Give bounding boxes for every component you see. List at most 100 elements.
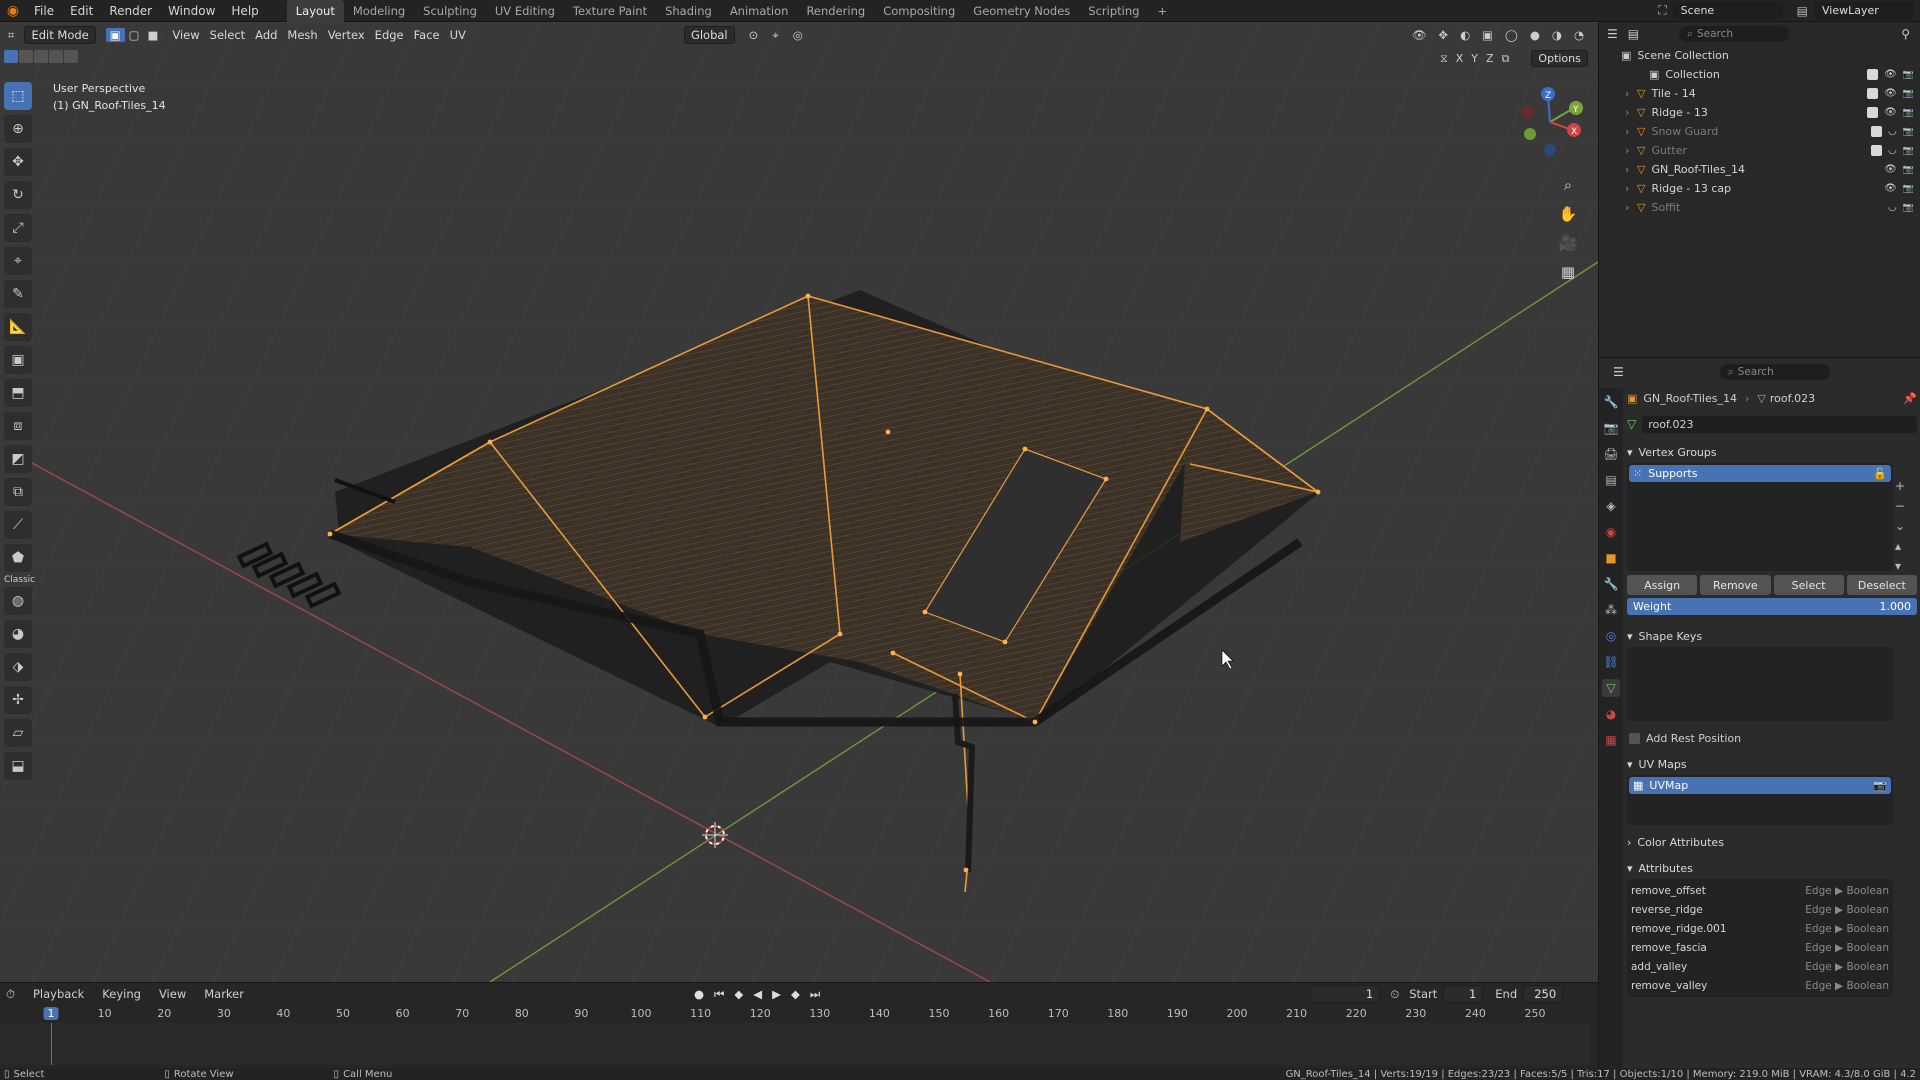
active-render-icon[interactable]: 📷	[1873, 779, 1887, 792]
proportional-edit-icon[interactable]: ◎	[793, 28, 803, 42]
overlay-toggle-icon[interactable]: ◐	[1460, 28, 1470, 42]
symmetry-x-toggle[interactable]: X	[1456, 52, 1464, 65]
rip-icon[interactable]: ⬓	[4, 752, 32, 780]
outliner-item[interactable]: ▣ Collection 👁 📷	[1599, 65, 1920, 84]
texture-tab-icon[interactable]: ▦	[1602, 731, 1620, 749]
menu-timeline-view[interactable]: View	[159, 987, 186, 1001]
scene-selector[interactable]: Scene	[1672, 2, 1783, 19]
move-up-icon[interactable]: ▴	[1895, 536, 1905, 556]
attribute-row[interactable]: remove_valley Edge ▶ Boolean	[1631, 976, 1889, 995]
select-subtract-icon[interactable]	[34, 50, 48, 63]
select-mode-face-icon[interactable]: ■	[143, 28, 163, 42]
world-tab-icon[interactable]: ◉	[1602, 523, 1620, 541]
outliner-item[interactable]: › ▽ Tile - 14 👁 📷	[1599, 84, 1920, 103]
options-dropdown[interactable]: Options	[1531, 50, 1588, 67]
outliner-item[interactable]: › ▽ Soffit ◡ 📷	[1599, 198, 1920, 217]
visibility-eye-icon[interactable]: 👁	[1884, 183, 1897, 194]
play-reverse-icon[interactable]: ◀	[753, 987, 762, 1002]
snap-icon[interactable]: ⌖	[772, 28, 778, 43]
render-camera-icon[interactable]: 📷	[1903, 203, 1914, 213]
view-layer-tab-icon[interactable]: ▤	[1602, 471, 1620, 489]
auto-keying-icon[interactable]: ●	[694, 987, 704, 1002]
display-mode-icon[interactable]: ▤	[1628, 27, 1639, 41]
shrink-icon[interactable]: ✢	[4, 686, 32, 714]
properties-editor-icon[interactable]: ☰	[1613, 365, 1624, 379]
output-tab-icon[interactable]: 🖨	[1602, 445, 1620, 463]
exclude-checkbox[interactable]	[1867, 69, 1879, 80]
menu-playback[interactable]: Playback	[33, 987, 84, 1001]
outliner-item[interactable]: › ▽ Snow Guard ◡ 📷	[1599, 122, 1920, 141]
transform-icon[interactable]: ⌖	[4, 247, 32, 275]
scale-icon[interactable]: ⤢	[4, 214, 32, 242]
exclude-checkbox[interactable]	[1867, 88, 1879, 99]
transform-orientation-selector[interactable]: Global	[683, 26, 735, 44]
particles-tab-icon[interactable]: ⁂	[1602, 601, 1620, 619]
render-camera-icon[interactable]: 📷	[1903, 146, 1914, 156]
attribute-list[interactable]: remove_offset Edge ▶ Boolean reverse_ridge…	[1627, 879, 1893, 997]
annotate-icon[interactable]: ✎	[4, 280, 32, 308]
start-frame-field[interactable]: 1	[1443, 985, 1484, 1003]
edge-slide-icon[interactable]: ⬗	[4, 653, 32, 681]
menu-window[interactable]: Window	[160, 0, 223, 22]
select-box-icon[interactable]: ⬚	[4, 82, 32, 110]
render-camera-icon[interactable]: 📷	[1903, 89, 1914, 99]
jump-keyframe-back-icon[interactable]: ◆	[734, 987, 743, 1002]
assign-button[interactable]: Assign	[1627, 575, 1698, 595]
shear-icon[interactable]: ▱	[4, 719, 32, 747]
visibility-eye-icon[interactable]: ◡	[1888, 145, 1897, 156]
shading-rendered-icon[interactable]: ◔	[1574, 28, 1584, 42]
render-tab-icon[interactable]: 📷	[1602, 419, 1620, 437]
attribute-row[interactable]: remove_fascia Edge ▶ Boolean	[1631, 938, 1889, 957]
render-camera-icon[interactable]: 📷	[1903, 165, 1914, 175]
vertex-groups-header[interactable]: ▾ Vertex Groups	[1627, 441, 1917, 463]
render-camera-icon[interactable]: 📷	[1903, 108, 1914, 118]
inset-icon[interactable]: ⧈	[4, 412, 32, 440]
move-icon[interactable]: ✥	[4, 148, 32, 176]
add-rest-position-checkbox[interactable]	[1629, 732, 1640, 744]
mesh-name-field[interactable]: roof.023	[1642, 415, 1917, 433]
3d-viewport[interactable]: ⌗ Edit Mode ▣ ▢ ■ View Select Add Mesh V…	[0, 22, 1598, 982]
current-frame-marker[interactable]: 1	[43, 1007, 59, 1020]
tab-animation[interactable]: Animation	[721, 0, 798, 22]
properties-search-input[interactable]: ⌕ Search	[1719, 364, 1830, 380]
shading-wireframe-icon[interactable]: ◯	[1505, 28, 1518, 42]
lock-icon[interactable]: 🔓	[1873, 467, 1887, 480]
add-workspace-button[interactable]: +	[1148, 0, 1176, 22]
frame-ruler[interactable]: 1 10 20 30 40 50 60 70 80 90 100 110 120 130 140 150 160…	[0, 1007, 1590, 1023]
end-frame-field[interactable]: 250	[1523, 985, 1564, 1003]
filter-icon[interactable]: ⚲	[1901, 27, 1910, 41]
keyframe-track[interactable]	[0, 1023, 1590, 1065]
expand-arrow-icon[interactable]: ›	[1625, 201, 1637, 214]
menu-file[interactable]: File	[26, 0, 62, 22]
spin-icon[interactable]: ◍	[4, 587, 32, 615]
menu-uv[interactable]: UV	[450, 28, 466, 42]
menu-mesh[interactable]: Mesh	[287, 28, 317, 42]
attribute-row[interactable]: add_valley Edge ▶ Boolean	[1631, 957, 1889, 976]
cursor-icon[interactable]: ⊕	[4, 115, 32, 143]
shape-keys-header[interactable]: ▾ Shape Keys	[1627, 625, 1917, 647]
menu-help[interactable]: Help	[223, 0, 266, 22]
symmetry-z-toggle[interactable]: Z	[1486, 52, 1494, 65]
menu-select[interactable]: Select	[210, 28, 245, 42]
menu-add[interactable]: Add	[255, 28, 277, 42]
menu-edit[interactable]: Edit	[62, 0, 101, 22]
vertex-group-item[interactable]: ⁙ Supports 🔓	[1629, 465, 1891, 482]
select-intersect-icon[interactable]	[64, 50, 78, 63]
tab-texture-paint[interactable]: Texture Paint	[564, 0, 656, 22]
tab-layout[interactable]: Layout	[286, 0, 344, 22]
vertex-group-menu-icon[interactable]: ⌄	[1895, 516, 1905, 536]
menu-render[interactable]: Render	[101, 0, 160, 22]
visibility-eye-icon[interactable]: 👁	[1884, 88, 1897, 99]
uv-maps-header[interactable]: ▾ UV Maps	[1627, 753, 1917, 775]
jump-keyframe-forward-icon[interactable]: ◆	[791, 987, 800, 1002]
outliner-item[interactable]: › ▽ Gutter ◡ 📷	[1599, 141, 1920, 160]
menu-marker[interactable]: Marker	[204, 987, 244, 1001]
expand-arrow-icon[interactable]: ›	[1625, 87, 1637, 100]
play-icon[interactable]: ▶	[772, 987, 781, 1002]
tab-uv-editing[interactable]: UV Editing	[486, 0, 564, 22]
select-mode-vertex-icon[interactable]: ▣	[105, 28, 125, 42]
shape-key-list[interactable]	[1627, 647, 1893, 721]
smooth-icon[interactable]: ◕	[4, 620, 32, 648]
tab-scripting[interactable]: Scripting	[1079, 0, 1148, 22]
pan-hand-icon[interactable]: ✋	[1554, 201, 1582, 227]
